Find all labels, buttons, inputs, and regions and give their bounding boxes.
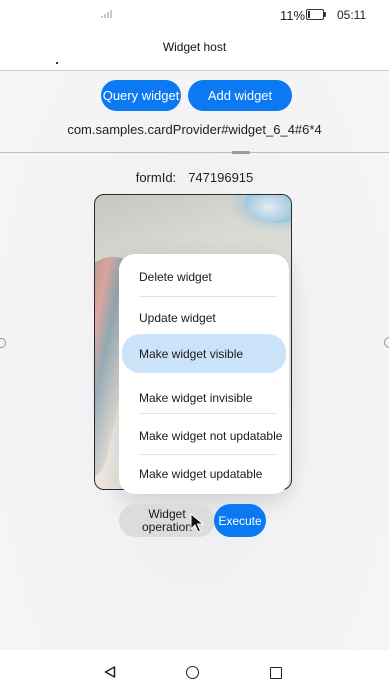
widget-operation-menu: Delete widget Update widget Make widget … bbox=[119, 254, 289, 494]
menu-divider bbox=[139, 296, 277, 297]
section-divider bbox=[0, 152, 389, 153]
signal-icon bbox=[101, 10, 113, 18]
back-triangle-icon[interactable] bbox=[104, 666, 116, 678]
menu-item-make-visible[interactable]: Make widget visible bbox=[122, 334, 286, 373]
edge-handle-icon bbox=[0, 338, 6, 348]
action-row: Query widget Add widget bbox=[0, 80, 389, 112]
wallpaper-orb bbox=[245, 195, 291, 223]
form-id-value: 747196915 bbox=[188, 170, 254, 185]
menu-divider bbox=[139, 413, 277, 414]
form-id: formId: 747196915 bbox=[0, 170, 389, 185]
battery-percent: 11% bbox=[280, 8, 306, 23]
divider-handle bbox=[232, 151, 250, 154]
header-divider bbox=[0, 70, 389, 71]
menu-item-updatable[interactable]: Make widget updatable bbox=[119, 454, 289, 493]
header-mark bbox=[56, 62, 58, 64]
home-circle-icon[interactable] bbox=[186, 666, 199, 679]
recent-square-icon[interactable] bbox=[270, 667, 282, 679]
battery-icon bbox=[306, 9, 326, 20]
card-name: com.samples.cardProvider#widget_6_4#6*4 bbox=[67, 122, 322, 137]
menu-item-update-widget[interactable]: Update widget bbox=[119, 298, 289, 337]
operation-label-line1: Widget bbox=[148, 506, 186, 521]
status-time: 05:11 bbox=[337, 8, 367, 22]
app-header: Widget host bbox=[0, 30, 389, 70]
operation-label-line2: operation bbox=[141, 519, 193, 534]
page-title: Widget host bbox=[162, 40, 227, 54]
add-widget-button[interactable]: Add widget bbox=[188, 80, 292, 111]
menu-item-delete-widget[interactable]: Delete widget bbox=[119, 257, 289, 296]
execute-button[interactable]: Execute bbox=[214, 504, 266, 537]
mouse-cursor-icon bbox=[190, 513, 204, 533]
status-bar: 11% 05:11 bbox=[0, 0, 389, 30]
menu-item-make-invisible[interactable]: Make widget invisible bbox=[119, 378, 289, 417]
form-id-label: formId: bbox=[135, 170, 177, 185]
navigation-bar bbox=[0, 650, 389, 696]
app-screen: 11% 05:11 Widget host Query widget Add w… bbox=[0, 0, 389, 696]
menu-item-not-updatable[interactable]: Make widget not updatable bbox=[119, 416, 289, 455]
edge-handle-icon bbox=[384, 337, 389, 348]
query-widget-button[interactable]: Query widget bbox=[101, 80, 181, 111]
